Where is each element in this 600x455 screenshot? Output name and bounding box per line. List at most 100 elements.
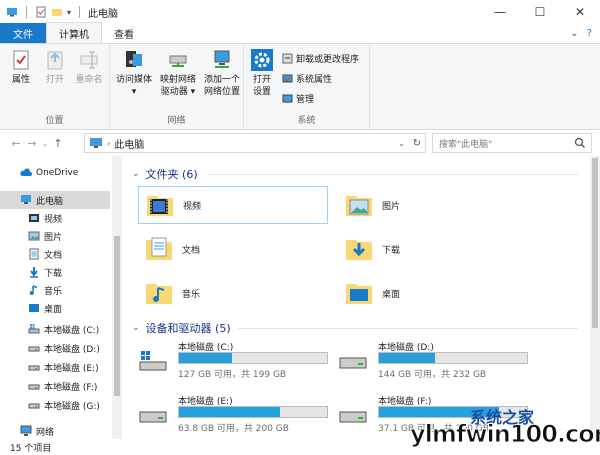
properties-button[interactable]: 属性 <box>4 48 38 86</box>
nav-item-drive-g[interactable]: 本地磁盘 (G:) <box>0 396 110 414</box>
drive-space-info: 63.8 GB 可用，共 200 GB <box>178 424 289 434</box>
chevron-down-icon[interactable]: ⌄ <box>570 28 578 39</box>
drive-icon <box>139 411 167 423</box>
up-arrow-icon[interactable]: ↑ <box>50 137 66 150</box>
address-bar[interactable]: › 此电脑 ⌄ ↻ <box>84 133 426 153</box>
manage-icon <box>282 94 293 103</box>
folder-documents[interactable]: 文档 <box>138 230 328 268</box>
network-location-icon <box>214 50 230 68</box>
window-title: 此电脑 <box>88 8 119 20</box>
address-path[interactable]: 此电脑 <box>114 136 144 151</box>
video-icon <box>29 214 39 222</box>
nav-item-network[interactable]: 网络 <box>0 422 110 439</box>
drive-c[interactable]: 本地磁盘 (C:) 127 GB 可用，共 199 GB <box>128 338 328 382</box>
new-folder-icon[interactable] <box>51 6 63 18</box>
back-arrow-icon[interactable]: ← <box>8 137 24 150</box>
map-network-drive-button[interactable]: 映射网络 驱动器 ▾ <box>156 48 200 98</box>
folder-pictures[interactable]: 图片 <box>338 186 528 224</box>
drive-icon <box>339 357 367 369</box>
manage-button[interactable]: 管理 <box>282 92 314 105</box>
properties-icon[interactable] <box>35 6 47 18</box>
nav-item-drive-e[interactable]: 本地磁盘 (E:) <box>0 358 110 376</box>
nav-item-drive-d[interactable]: 本地磁盘 (D:) <box>0 339 110 357</box>
nav-item-documents[interactable]: 文档 <box>0 245 110 263</box>
drive-icon <box>28 384 40 390</box>
system-drive-icon <box>139 351 167 371</box>
tab-file[interactable]: 文件 <box>0 23 46 43</box>
drive-e[interactable]: 本地磁盘 (E:) 63.8 GB 可用，共 200 GB <box>128 392 328 436</box>
window-controls: — ☐ ✕ <box>480 0 600 24</box>
chevron-down-icon[interactable]: ▾ <box>67 8 71 17</box>
music-note-icon <box>29 285 38 295</box>
drive-icon <box>28 403 40 409</box>
documents-folder-icon <box>146 237 172 260</box>
nav-item-pictures[interactable]: 图片 <box>0 227 110 245</box>
drives-section-header[interactable]: ⌄ 设备和驱动器 (5) <box>132 320 231 336</box>
address-dropdown-icon[interactable]: ⌄ <box>398 139 405 148</box>
nav-item-onedrive[interactable]: OneDrive <box>0 164 110 182</box>
folder-music[interactable]: 音乐 <box>138 274 328 312</box>
ribbon-tabs: 文件 计算机 查看 ⌄ ? <box>0 22 600 44</box>
address-separator-icon[interactable]: › <box>107 139 110 148</box>
ribbon-controls: ⌄ ? <box>570 28 592 39</box>
group-label-location: 位置 <box>45 116 64 126</box>
system-properties-button[interactable]: 系统属性 <box>282 72 332 85</box>
drive-usage-bar <box>178 352 328 364</box>
properties-icon <box>13 50 29 70</box>
drive-d[interactable]: 本地磁盘 (D:) 144 GB 可用，共 232 GB <box>328 338 528 382</box>
search-input[interactable]: 搜索"此电脑" <box>432 133 592 153</box>
nav-scrollbar[interactable] <box>112 156 122 439</box>
content-scrollbar-thumb[interactable] <box>592 158 598 328</box>
open-settings-button[interactable]: 打开 设置 <box>246 48 278 98</box>
close-button[interactable]: ✕ <box>560 0 600 24</box>
drives-header-label: 设备和驱动器 (5) <box>145 322 231 335</box>
drive-space-info: 144 GB 可用，共 232 GB <box>378 370 487 380</box>
nav-item-desktop[interactable]: 桌面 <box>0 299 110 317</box>
tab-view[interactable]: 查看 <box>102 23 146 43</box>
nav-item-downloads[interactable]: 下载 <box>0 263 110 281</box>
network-icon <box>20 425 32 436</box>
divider <box>79 6 81 18</box>
chevron-down-icon[interactable]: ⌄ <box>132 169 140 179</box>
drive-icon <box>28 346 40 352</box>
group-location: 属性 打开 重命名 位置 <box>0 44 110 130</box>
add-network-location-button[interactable]: 添加一个 网络位置 <box>200 48 244 98</box>
chevron-down-icon[interactable]: ⌄ <box>132 323 140 333</box>
drive-icon <box>28 365 40 371</box>
tab-computer[interactable]: 计算机 <box>46 22 102 43</box>
refresh-icon[interactable]: ↻ <box>413 138 421 149</box>
nav-item-drive-f[interactable]: 本地磁盘 (F:) <box>0 377 110 395</box>
folders-header-label: 文件夹 (6) <box>145 168 198 181</box>
rename-button[interactable]: 重命名 <box>72 48 106 86</box>
group-network: 访问媒体 ▾ 映射网络 驱动器 ▾ 添加一个 网络位置 网络 <box>110 44 244 130</box>
folder-downloads[interactable]: 下载 <box>338 230 528 268</box>
minimize-button[interactable]: — <box>480 0 520 24</box>
drive-usage-bar <box>378 352 528 364</box>
content-scrollbar[interactable] <box>590 156 600 439</box>
system-properties-icon <box>282 74 293 83</box>
nav-item-this-pc[interactable]: 此电脑 <box>0 191 110 209</box>
nav-item-music[interactable]: 音乐 <box>0 281 110 299</box>
nav-item-videos[interactable]: 视频 <box>0 209 110 227</box>
folders-section-header[interactable]: ⌄ 文件夹 (6) <box>132 166 198 182</box>
forward-arrow-icon[interactable]: → <box>24 137 40 150</box>
desktop-icon <box>29 304 39 312</box>
navigation-pane: OneDrive 此电脑 视频 图片 文档 下载 音乐 桌面 本地磁盘 (C:)… <box>0 156 122 439</box>
search-icon[interactable] <box>574 137 586 149</box>
folder-videos[interactable]: 视频 <box>138 186 328 224</box>
maximize-button[interactable]: ☐ <box>520 0 560 24</box>
access-media-button[interactable]: 访问媒体 ▾ <box>112 48 156 98</box>
recent-locations-chevron-icon[interactable]: ⌄ <box>40 139 50 148</box>
nav-item-drive-c[interactable]: 本地磁盘 (C:) <box>0 320 110 338</box>
uninstall-program-button[interactable]: 卸载或更改程序 <box>282 52 359 65</box>
folder-desktop[interactable]: 桌面 <box>338 274 528 312</box>
help-icon[interactable]: ? <box>587 28 592 39</box>
network-drive-icon <box>169 55 187 67</box>
search-placeholder: 搜索"此电脑" <box>439 139 493 150</box>
nav-scrollbar-thumb[interactable] <box>114 236 120 396</box>
watermark-url: ylmfwin100.com <box>410 420 600 449</box>
desktop-folder-icon <box>346 284 372 304</box>
folder-label: 文档 <box>182 245 201 256</box>
computer-icon[interactable] <box>6 6 18 18</box>
open-button[interactable]: 打开 <box>38 48 72 86</box>
